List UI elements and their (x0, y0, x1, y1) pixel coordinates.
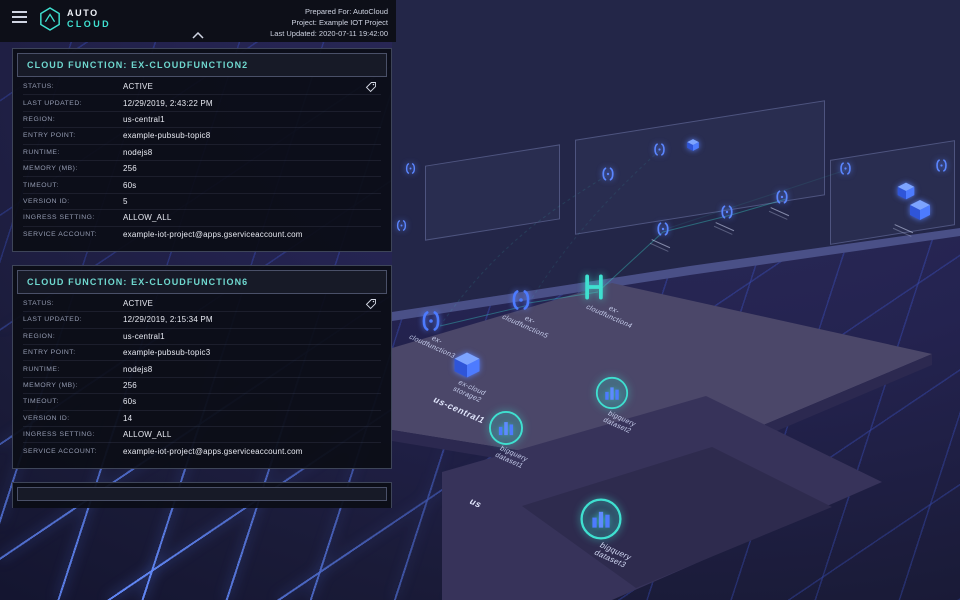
autocloud-logo[interactable]: AUTO CLOUD (39, 7, 111, 31)
detail-row: TIMEOUT: 60s (23, 177, 381, 194)
detail-label: MEMORY (MB): (23, 165, 78, 173)
detail-label: VERSION ID: (23, 197, 70, 205)
detail-row: RUNTIME: nodejs8 (23, 361, 381, 378)
detail-value: us-central1 (123, 331, 165, 341)
last-updated-text: Last Updated: 2020-07-11 19:42:00 (270, 29, 388, 38)
detail-value: example-pubsub-topic8 (123, 131, 211, 141)
cloud-function-card: CLOUD FUNCTION: EX-CLOUDFUNCTION6 STATUS… (12, 264, 392, 469)
resource-icon[interactable] (686, 138, 700, 152)
detail-row: INGRESS SETTING: ALLOW_ALL (23, 210, 381, 227)
detail-row: RUNTIME: nodejs8 (23, 145, 381, 161)
detail-value: 256 (123, 381, 137, 391)
detail-value: example-pubsub-topic3 (123, 348, 211, 358)
resource-icon[interactable] (600, 166, 616, 182)
detail-row: REGION: us-central1 (23, 112, 381, 129)
resource-icon[interactable] (934, 158, 949, 173)
logo-text-cloud: CLOUD (67, 19, 111, 29)
detail-label: TIMEOUT: (23, 181, 59, 189)
detail-value: example-iot-project@apps.gserviceaccount… (123, 230, 303, 240)
detail-row: LAST UPDATED: 12/29/2019, 2:15:34 PM (23, 312, 381, 329)
report-meta: Prepared For: AutoCloud Project: Example… (270, 6, 388, 39)
detail-value: 12/29/2019, 2:15:34 PM (123, 315, 213, 325)
detail-label: STATUS: (23, 300, 55, 308)
detail-row: VERSION ID: 5 (23, 194, 381, 211)
detail-value: 12/29/2019, 2:43:22 PM (123, 98, 213, 108)
project-text: Project: Example IOT Project (291, 18, 388, 27)
cloud-function-card (12, 481, 392, 508)
detail-label: ENTRY POINT: (23, 132, 76, 140)
detail-row: VERSION ID: 14 (23, 411, 381, 428)
detail-value: ALLOW_ALL (123, 430, 172, 440)
detail-label: RUNTIME: (23, 148, 60, 156)
detail-row: TIMEOUT: 60s (23, 394, 381, 411)
card-body: STATUS: ACTIVE LAST UPDATED: 12/29/2019,… (17, 294, 387, 464)
detail-label: REGION: (23, 115, 56, 123)
card-header[interactable] (17, 486, 387, 501)
detail-row: STATUS: ACTIVE (23, 296, 381, 313)
detail-label: SERVICE ACCOUNT: (23, 231, 97, 239)
cloud-function-card: CLOUD FUNCTION: EX-CLOUDFUNCTION2 STATUS… (12, 48, 392, 252)
menu-icon[interactable] (12, 11, 27, 23)
detail-label: SERVICE ACCOUNT: (23, 448, 97, 456)
detail-row: SERVICE ACCOUNT: example-iot-project@app… (23, 443, 381, 459)
detail-label: LAST UPDATED: (23, 99, 83, 107)
header-bar: AUTO CLOUD Prepared For: AutoCloud Proje… (0, 0, 396, 42)
detail-value: us-central1 (123, 114, 165, 124)
app-window: ex-cloudfunction3 ex-cloudfunction5 ex-c… (0, 0, 960, 600)
resource-icon[interactable] (838, 161, 853, 176)
resource-icon[interactable] (908, 198, 932, 222)
autocloud-logo-icon (40, 7, 60, 31)
detail-label: VERSION ID: (23, 414, 70, 422)
detail-value: nodejs8 (123, 364, 153, 374)
detail-value: 60s (123, 397, 137, 407)
detail-row: SERVICE ACCOUNT: example-iot-project@app… (23, 227, 381, 243)
detail-row: STATUS: ACTIVE (23, 79, 381, 96)
resource-icon[interactable] (652, 142, 667, 157)
detail-label: INGRESS SETTING: (23, 214, 95, 222)
detail-row: ENTRY POINT: example-pubsub-topic3 (23, 345, 381, 362)
card-body (17, 501, 387, 507)
logo-text-auto: AUTO (67, 8, 99, 18)
detail-value: ALLOW_ALL (123, 213, 172, 223)
resource-icon[interactable] (719, 204, 735, 220)
detail-value: example-iot-project@apps.gserviceaccount… (123, 447, 303, 457)
detail-row: INGRESS SETTING: ALLOW_ALL (23, 427, 381, 444)
detail-row: LAST UPDATED: 12/29/2019, 2:43:22 PM (23, 95, 381, 112)
detail-value: 5 (123, 196, 128, 206)
detail-row: REGION: us-central1 (23, 329, 381, 346)
tag-icon[interactable] (365, 81, 377, 93)
card-header[interactable]: CLOUD FUNCTION: EX-CLOUDFUNCTION2 (17, 53, 387, 77)
detail-label: TIMEOUT: (23, 398, 59, 406)
resource-icon[interactable] (395, 219, 408, 232)
card-header[interactable]: CLOUD FUNCTION: EX-CLOUDFUNCTION6 (17, 269, 387, 294)
card-title: CLOUD FUNCTION: EX-CLOUDFUNCTION2 (27, 60, 249, 70)
detail-row: MEMORY (MB): 256 (23, 378, 381, 395)
resource-icon[interactable] (404, 162, 417, 175)
info-panel-column[interactable]: CLOUD FUNCTION: EX-CLOUDFUNCTION2 STATUS… (12, 48, 392, 508)
detail-value: ACTIVE (123, 82, 154, 92)
tag-icon[interactable] (365, 298, 377, 310)
detail-label: LAST UPDATED: (23, 316, 83, 324)
detail-row: MEMORY (MB): 256 (23, 161, 381, 178)
bigquery-dataset-icon[interactable] (578, 496, 624, 542)
detail-label: MEMORY (MB): (23, 382, 78, 390)
detail-label: INGRESS SETTING: (23, 431, 95, 439)
detail-value: 60s (123, 180, 137, 190)
detail-row: ENTRY POINT: example-pubsub-topic8 (23, 128, 381, 145)
card-title: CLOUD FUNCTION: EX-CLOUDFUNCTION6 (27, 276, 249, 287)
detail-label: RUNTIME: (23, 365, 60, 373)
detail-label: ENTRY POINT: (23, 349, 76, 357)
detail-value: nodejs8 (123, 147, 153, 157)
cloud-storage-icon[interactable] (452, 350, 482, 380)
detail-value: 14 (123, 413, 133, 423)
resource-icon[interactable] (655, 221, 671, 237)
card-body: STATUS: ACTIVE LAST UPDATED: 12/29/2019,… (17, 77, 387, 247)
prepared-for-text: Prepared For: AutoCloud (305, 7, 388, 16)
detail-value: ACTIVE (123, 299, 154, 309)
resource-icon[interactable] (774, 189, 790, 205)
chevron-up-icon[interactable] (192, 26, 204, 44)
detail-value: 256 (123, 164, 137, 174)
detail-label: REGION: (23, 332, 56, 340)
detail-label: STATUS: (23, 83, 55, 91)
